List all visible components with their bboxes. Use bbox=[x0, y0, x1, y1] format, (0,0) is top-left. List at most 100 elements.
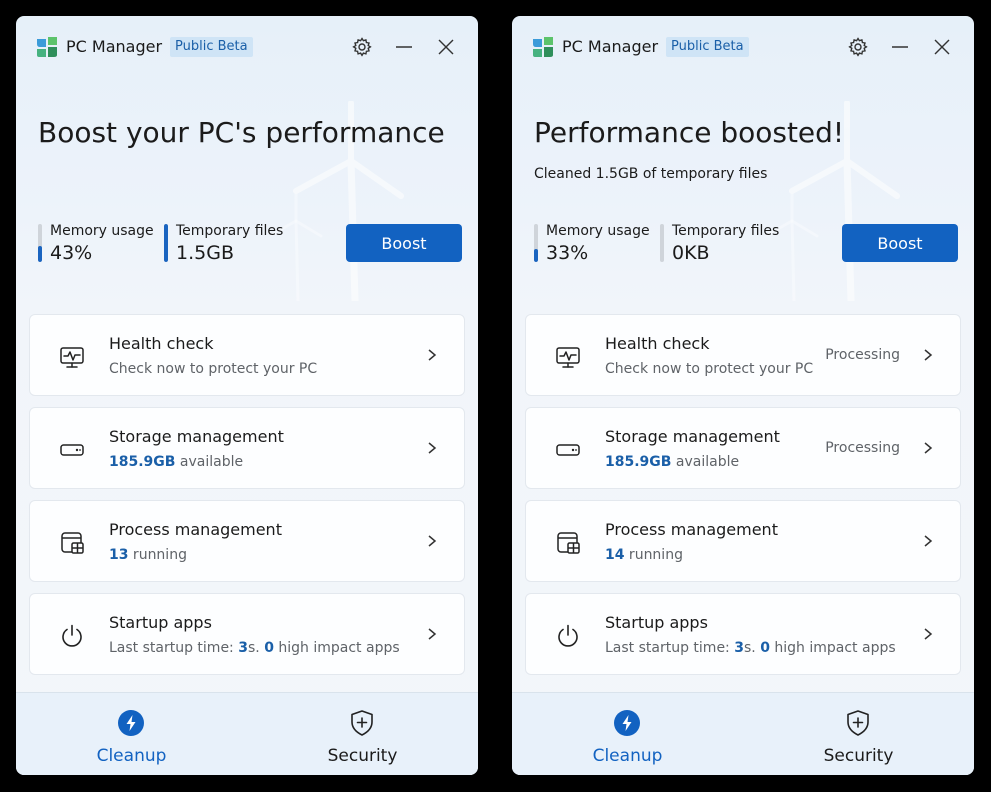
chevron-right-icon bbox=[428, 349, 437, 361]
process-running-count: 13 bbox=[109, 547, 129, 563]
temporary-files-bar bbox=[660, 224, 664, 262]
startup-time-unit: s. bbox=[743, 640, 761, 656]
nav-security-label: Security bbox=[823, 746, 894, 766]
storage-available-label: available bbox=[671, 454, 740, 470]
lightning-icon bbox=[614, 710, 640, 736]
memory-usage-label: Memory usage bbox=[50, 223, 154, 239]
gear-icon[interactable] bbox=[846, 35, 870, 59]
health-check-status: Processing bbox=[825, 347, 900, 363]
health-monitor-icon bbox=[556, 347, 580, 368]
storage-management-title: Storage management bbox=[605, 427, 780, 446]
process-management-subtitle: 14 running bbox=[605, 546, 683, 564]
startup-apps-subtitle: Last startup time: 3s. 0 high impact app… bbox=[605, 639, 896, 657]
chevron-right-icon bbox=[924, 535, 933, 547]
chevron-right-icon bbox=[924, 349, 933, 361]
nav-cleanup[interactable]: Cleanup bbox=[512, 693, 743, 775]
health-check-card[interactable]: Health check Check now to protect your P… bbox=[525, 314, 961, 396]
health-check-subtitle: Check now to protect your PC bbox=[109, 361, 318, 377]
storage-drive-icon bbox=[556, 444, 580, 456]
process-window-icon bbox=[557, 532, 580, 554]
temporary-files-label: Temporary files bbox=[672, 223, 780, 239]
health-check-title: Health check bbox=[109, 334, 214, 353]
chevron-right-icon bbox=[924, 442, 933, 454]
nav-security[interactable]: Security bbox=[247, 693, 478, 775]
startup-time-prefix: Last startup time: bbox=[109, 640, 239, 656]
process-window-icon bbox=[61, 532, 84, 554]
startup-seconds: 3 bbox=[734, 640, 744, 656]
storage-available-label: available bbox=[175, 454, 244, 470]
storage-management-title: Storage management bbox=[109, 427, 284, 446]
process-running-label: running bbox=[128, 547, 187, 563]
title-bar: PC Manager Public Beta bbox=[512, 16, 974, 78]
memory-usage-label: Memory usage bbox=[546, 223, 650, 239]
startup-time-prefix: Last startup time: bbox=[605, 640, 735, 656]
chevron-right-icon bbox=[428, 628, 437, 640]
public-beta-badge: Public Beta bbox=[170, 37, 253, 57]
gear-icon[interactable] bbox=[350, 35, 374, 59]
storage-available-amount: 185.9GB bbox=[605, 454, 672, 470]
memory-usage-bar bbox=[38, 224, 42, 262]
health-monitor-icon bbox=[60, 347, 84, 368]
chevron-right-icon bbox=[428, 442, 437, 454]
nav-cleanup-label: Cleanup bbox=[96, 746, 167, 766]
temporary-files-bar bbox=[164, 224, 168, 262]
chevron-right-icon bbox=[428, 535, 437, 547]
memory-usage-bar bbox=[534, 224, 538, 262]
startup-apps-subtitle: Last startup time: 3s. 0 high impact app… bbox=[109, 639, 400, 657]
startup-seconds: 3 bbox=[238, 640, 248, 656]
storage-management-card[interactable]: Storage management 185.9GB available bbox=[29, 407, 465, 489]
high-impact-label: high impact apps bbox=[769, 640, 896, 656]
process-management-title: Process management bbox=[109, 520, 282, 539]
minimize-icon[interactable] bbox=[888, 35, 912, 59]
storage-management-subtitle: 185.9GB available bbox=[605, 453, 739, 471]
storage-management-card[interactable]: Storage management 185.9GB available Pro… bbox=[525, 407, 961, 489]
storage-management-subtitle: 185.9GB available bbox=[109, 453, 243, 471]
health-check-card[interactable]: Health check Check now to protect your P… bbox=[29, 314, 465, 396]
process-management-subtitle: 13 running bbox=[109, 546, 187, 564]
headline: Boost your PC's performance bbox=[38, 116, 445, 149]
shield-plus-icon bbox=[351, 710, 373, 736]
storage-drive-icon bbox=[60, 444, 84, 456]
power-icon bbox=[62, 624, 82, 647]
storage-management-status: Processing bbox=[825, 440, 900, 456]
memory-usage-value: 33% bbox=[546, 242, 589, 264]
title-bar: PC Manager Public Beta bbox=[16, 16, 478, 78]
process-management-card[interactable]: Process management 14 running bbox=[525, 500, 961, 582]
pc-manager-logo-icon bbox=[533, 37, 553, 57]
app-title: PC Manager bbox=[562, 37, 659, 56]
process-running-label: running bbox=[624, 547, 683, 563]
close-icon[interactable] bbox=[434, 35, 458, 59]
app-title: PC Manager bbox=[66, 37, 163, 56]
nav-security[interactable]: Security bbox=[743, 693, 974, 775]
process-management-title: Process management bbox=[605, 520, 778, 539]
close-icon[interactable] bbox=[930, 35, 954, 59]
process-management-card[interactable]: Process management 13 running bbox=[29, 500, 465, 582]
headline: Performance boosted! bbox=[534, 116, 845, 149]
public-beta-badge: Public Beta bbox=[666, 37, 749, 57]
chevron-right-icon bbox=[924, 628, 933, 640]
high-impact-label: high impact apps bbox=[273, 640, 400, 656]
boost-button[interactable]: Boost bbox=[842, 224, 958, 262]
nav-cleanup-label: Cleanup bbox=[592, 746, 663, 766]
lightning-icon bbox=[118, 710, 144, 736]
nav-cleanup[interactable]: Cleanup bbox=[16, 693, 247, 775]
minimize-icon[interactable] bbox=[392, 35, 416, 59]
cleanup-result-text: Cleaned 1.5GB of temporary files bbox=[534, 166, 768, 182]
bottom-navigation: Cleanup Security bbox=[16, 692, 478, 775]
high-impact-count: 0 bbox=[264, 640, 274, 656]
boost-button[interactable]: Boost bbox=[346, 224, 462, 262]
high-impact-count: 0 bbox=[760, 640, 770, 656]
power-icon bbox=[558, 624, 578, 647]
startup-time-unit: s. bbox=[247, 640, 265, 656]
bottom-navigation: Cleanup Security bbox=[512, 692, 974, 775]
storage-available-amount: 185.9GB bbox=[109, 454, 176, 470]
startup-apps-title: Startup apps bbox=[109, 613, 212, 632]
startup-apps-card[interactable]: Startup apps Last startup time: 3s. 0 hi… bbox=[29, 593, 465, 675]
startup-apps-title: Startup apps bbox=[605, 613, 708, 632]
pc-manager-logo-icon bbox=[37, 37, 57, 57]
health-check-title: Health check bbox=[605, 334, 710, 353]
startup-apps-card[interactable]: Startup apps Last startup time: 3s. 0 hi… bbox=[525, 593, 961, 675]
temporary-files-value: 0KB bbox=[672, 242, 710, 264]
memory-usage-value: 43% bbox=[50, 242, 93, 264]
pc-manager-window: PC Manager Public Beta Performance boost… bbox=[512, 16, 974, 775]
